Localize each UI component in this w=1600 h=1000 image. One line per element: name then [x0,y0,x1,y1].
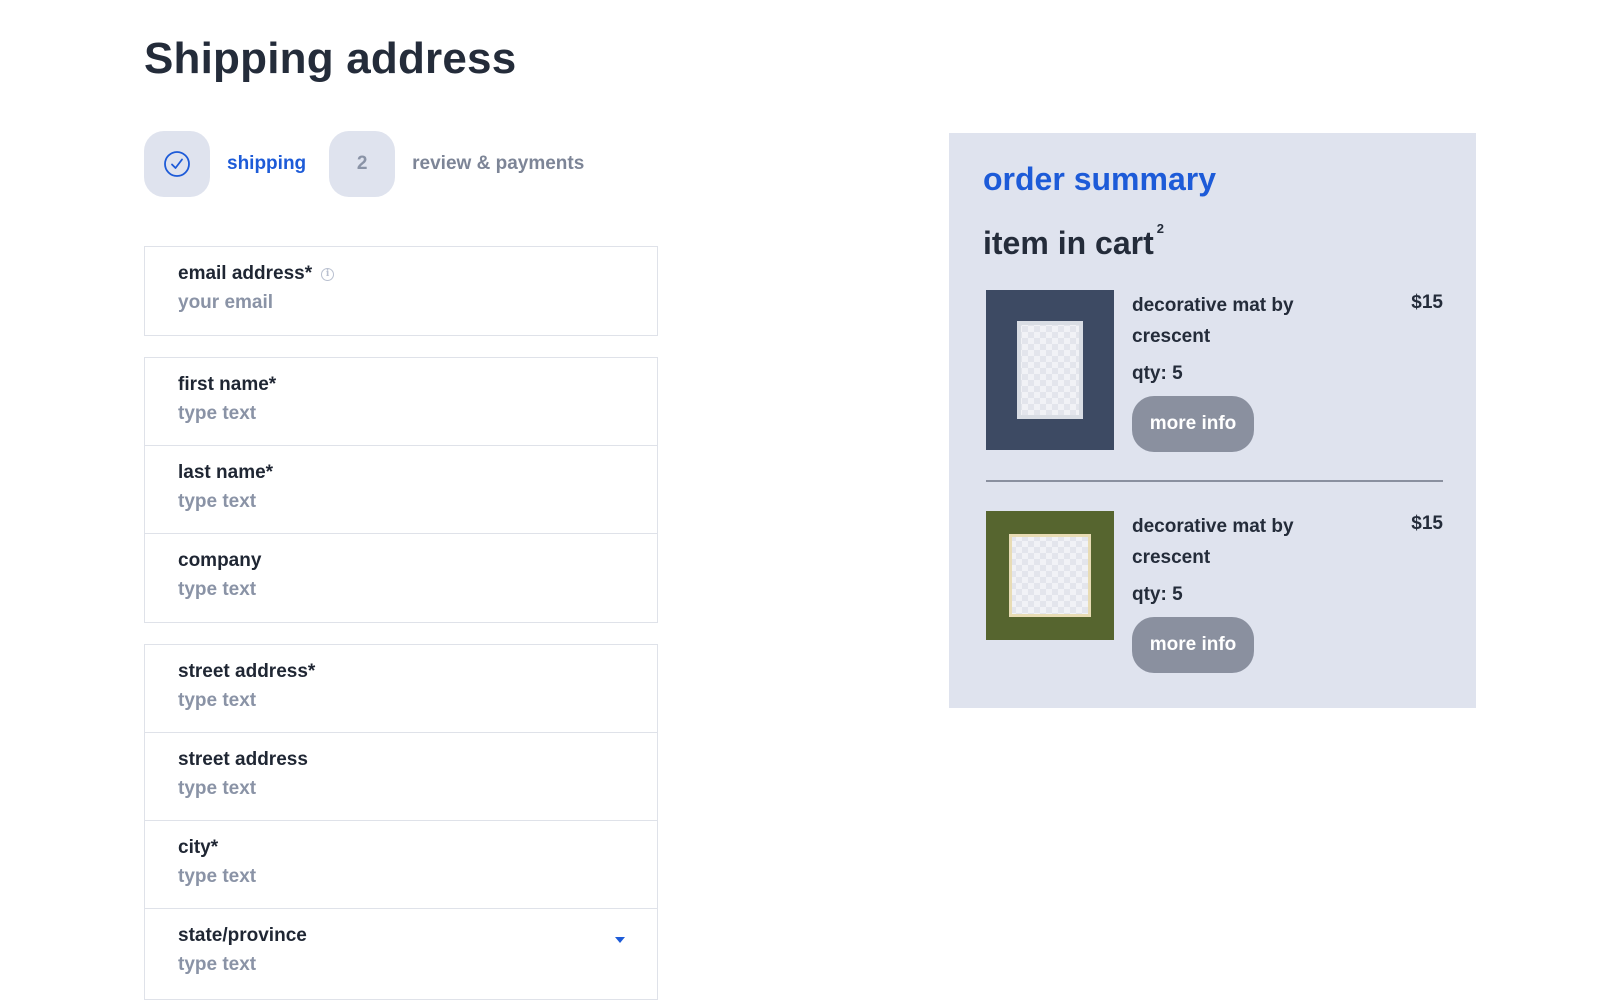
item-price: $15 [1411,292,1443,313]
info-icon[interactable]: i [321,267,335,281]
more-info-button[interactable]: more info [1132,396,1254,452]
email-input[interactable] [178,292,618,314]
last-name-input[interactable] [178,491,618,513]
street-address-1-field[interactable]: street address* [145,645,657,733]
item-qty: qty: 5 [1132,584,1183,605]
cart-heading-text: item in cart [983,225,1154,261]
step-review-badge[interactable]: 2 [329,131,396,197]
first-name-input[interactable] [178,403,618,425]
email-field[interactable]: email address* i [145,247,657,335]
page-title: Shipping address [144,34,517,83]
order-summary-title: order summary [983,161,1216,197]
city-field[interactable]: city* [145,821,657,909]
street-address-2-label: street address [178,749,308,770]
email-label: email address* i [178,263,657,285]
company-label: company [178,550,262,571]
cart-heading: item in cart 2 [983,221,1164,262]
item-name: decorative mat by crescent [1132,295,1294,347]
last-name-label: last name* [178,462,274,483]
mat-window [1021,325,1079,415]
last-name-field[interactable]: last name* [145,446,657,534]
state-province-input[interactable] [178,954,618,976]
company-field[interactable]: company [145,534,657,622]
item-qty: qty: 5 [1132,363,1183,384]
city-label: city* [178,837,219,858]
email-label-text: email address* [178,263,313,284]
state-province-label: state/province [178,925,307,946]
product-thumbnail[interactable] [986,511,1114,640]
state-province-field[interactable]: state/province [145,909,657,997]
name-group: first name* last name* company [144,357,658,623]
first-name-field[interactable]: first name* [145,358,657,446]
email-group: email address* i [144,246,658,336]
order-summary-panel: order summary item in cart 2 decorative m… [949,133,1476,708]
step-shipping-badge[interactable] [144,131,210,197]
street-address-2-field[interactable]: street address [145,733,657,821]
street-address-1-input[interactable] [178,690,618,712]
company-input[interactable] [178,579,618,601]
checkout-stepper: shipping 2 review & payments [144,131,607,197]
item-divider [986,480,1443,482]
item-name: decorative mat by crescent [1132,516,1294,568]
city-input[interactable] [178,866,618,888]
more-info-button[interactable]: more info [1132,617,1254,673]
item-price: $15 [1411,513,1443,534]
cart-count-badge: 2 [1156,221,1164,236]
first-name-label: first name* [178,374,277,395]
street-address-1-label: street address* [178,661,316,682]
street-address-2-input[interactable] [178,778,618,800]
product-thumbnail[interactable] [986,290,1114,450]
step-review-label[interactable]: review & payments [412,153,584,175]
address-group: street address* street address city* sta… [144,644,658,1000]
check-circle-icon [164,151,190,177]
mat-window [1012,537,1088,614]
step-shipping-label[interactable]: shipping [227,153,306,175]
caret-down-icon[interactable] [615,937,625,943]
